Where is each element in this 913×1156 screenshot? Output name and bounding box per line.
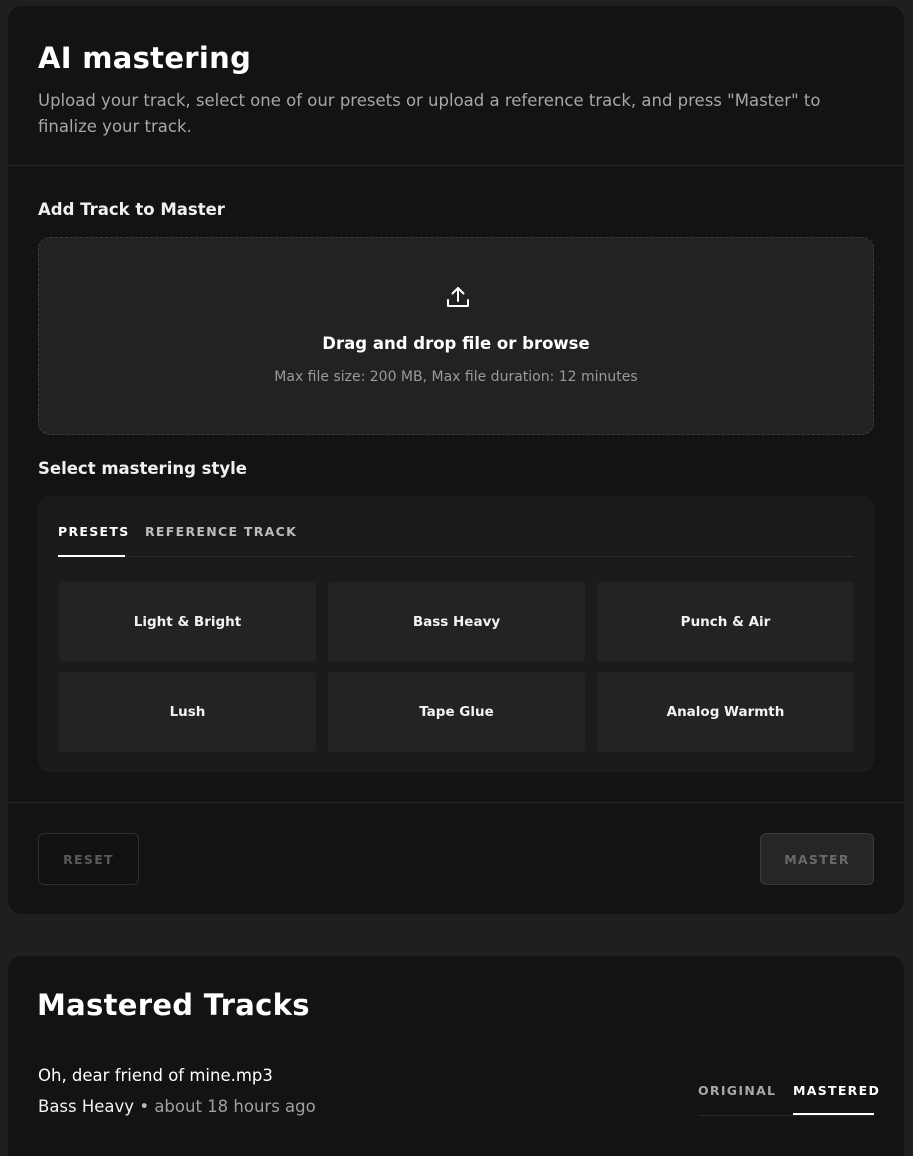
track-file-name: Oh, dear friend of mine.mp3	[38, 1066, 273, 1085]
dropzone-limits: Max file size: 200 MB, Max file duration…	[274, 369, 638, 385]
preset-bass-heavy[interactable]: Bass Heavy	[328, 582, 585, 662]
tab-mastered[interactable]: MASTERED	[793, 1083, 880, 1115]
page-subtitle: Upload your track, select one of our pre…	[38, 91, 821, 136]
tab-original[interactable]: ORIGINAL	[698, 1083, 776, 1098]
master-button[interactable]: MASTER	[760, 833, 874, 885]
upload-icon	[447, 287, 469, 307]
track-version-tabs: ORIGINAL MASTERED	[698, 1080, 879, 1116]
preset-punch-air[interactable]: Punch & Air	[597, 582, 854, 662]
add-track-label: Add Track to Master	[38, 200, 225, 219]
preset-tape-glue[interactable]: Tape Glue	[328, 672, 585, 752]
mastered-tracks-panel: Mastered Tracks Oh, dear friend of mine.…	[8, 956, 904, 1156]
mastering-style-label: Select mastering style	[38, 459, 247, 478]
style-tabs: PRESETS REFERENCE TRACK	[58, 496, 854, 557]
meta-separator: •	[139, 1097, 150, 1116]
file-dropzone[interactable]: Drag and drop file or browse Max file si…	[38, 237, 874, 435]
track-meta: Bass Heavy • about 18 hours ago	[38, 1097, 316, 1116]
mastered-tracks-title: Mastered Tracks	[37, 988, 310, 1022]
preset-lush[interactable]: Lush	[59, 672, 316, 752]
tab-presets[interactable]: PRESETS	[58, 524, 130, 557]
tab-reference-track[interactable]: REFERENCE TRACK	[145, 524, 297, 539]
ai-mastering-panel: AI mastering Upload your track, select o…	[8, 6, 904, 914]
dropzone-title[interactable]: Drag and drop file or browse	[39, 334, 873, 353]
actions-divider	[8, 802, 904, 803]
track-timestamp: about 18 hours ago	[154, 1097, 316, 1116]
reset-button[interactable]: RESET	[38, 833, 139, 885]
preset-light-bright[interactable]: Light & Bright	[59, 582, 316, 662]
mastering-style-card: PRESETS REFERENCE TRACK Light & Bright B…	[38, 496, 874, 772]
preset-grid: Light & Bright Bass Heavy Punch & Air Lu…	[59, 582, 855, 752]
track-preset-name: Bass Heavy	[38, 1097, 135, 1116]
preset-analog-warmth[interactable]: Analog Warmth	[597, 672, 854, 752]
panel-header: AI mastering Upload your track, select o…	[8, 6, 904, 166]
page-title: AI mastering	[38, 41, 252, 75]
